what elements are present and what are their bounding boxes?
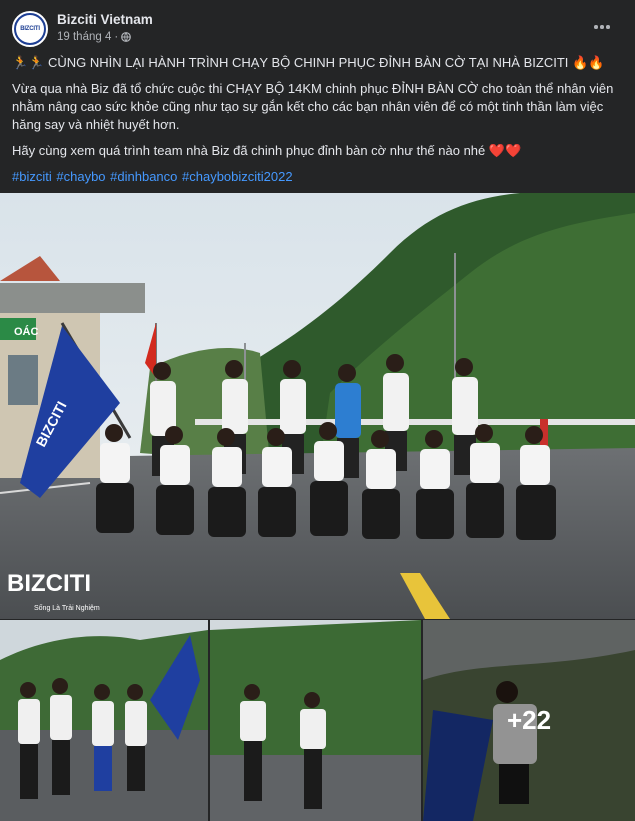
post-header: BIZCITI Bizciti Vietnam 19 tháng 4 · [0,0,635,56]
post-date[interactable]: 19 tháng 4 [57,31,111,43]
booth-sign: OÁC [14,325,39,338]
globe-icon [121,32,132,42]
hashtag-link[interactable]: #dinhbanco [110,169,177,184]
main-photo[interactable]: OÁC BIZCITI BIZCITI Sống Là Trải Nghiệm [0,193,635,619]
avatar-logo: BIZCITI [16,15,44,43]
post-paragraph-2: Hãy cùng xem quá trình team nhà Biz đã c… [12,143,522,158]
more-photos-count: +22 [506,705,552,735]
runner-emoji: 🏃🏃 [12,55,45,70]
hashtag-link[interactable]: #chaybobizciti2022 [182,169,293,184]
hashtags: #bizciti #chaybo #dinhbanco #chaybobizci… [12,168,622,186]
photo-thumbnail-1[interactable] [0,620,208,821]
page-name-link[interactable]: Bizciti Vietnam [57,12,153,27]
post-paragraph-1: Vừa qua nhà Biz đã tổ chức cuộc thi CHẠY… [12,81,614,132]
more-photos-overlay[interactable]: +22 [423,620,635,821]
post-headline-line: 🏃🏃 CÙNG NHÌN LẠI HÀNH TRÌNH CHẠY BỘ CHIN… [12,54,622,72]
hashtag-link[interactable]: #bizciti [12,169,52,184]
page-avatar[interactable]: BIZCITI [12,11,48,47]
watermark-brand: BIZCITI [7,570,91,597]
more-options-icon[interactable] [589,14,615,40]
photo-thumbnail-2[interactable] [210,620,421,821]
post-text: 🏃🏃 CÙNG NHÌN LẠI HÀNH TRÌNH CHẠY BỘ CHIN… [12,54,622,194]
post-meta: 19 tháng 4 · [57,31,132,43]
watermark-slogan: Sống Là Trải Nghiệm [34,603,100,612]
post-headline: CÙNG NHÌN LẠI HÀNH TRÌNH CHẠY BỘ CHINH P… [48,55,605,70]
facebook-post: BIZCITI Bizciti Vietnam 19 tháng 4 · 🏃🏃 … [0,0,635,821]
meta-separator: · [114,31,119,43]
hashtag-link[interactable]: #chaybo [56,169,105,184]
photo-thumbnail-3[interactable]: +22 [423,620,635,821]
